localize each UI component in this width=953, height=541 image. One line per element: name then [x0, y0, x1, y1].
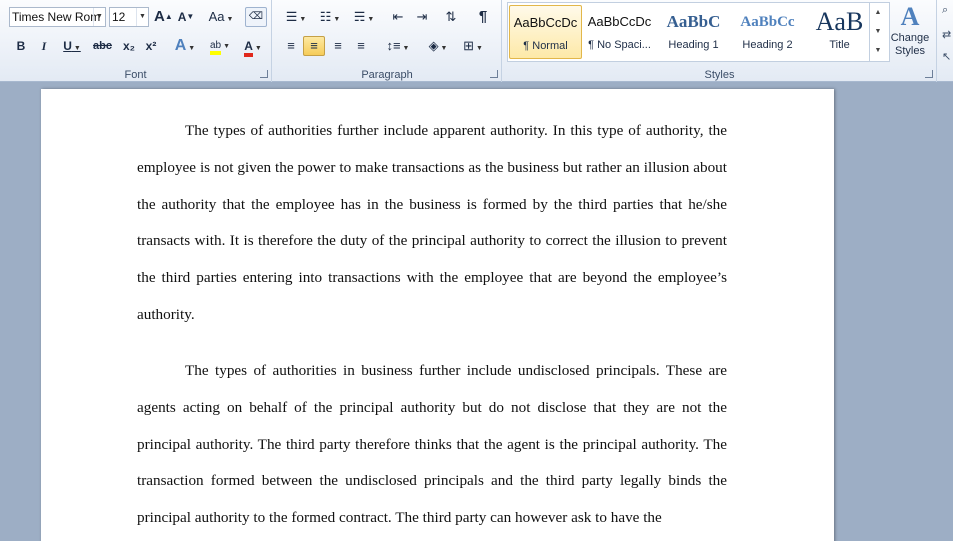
styles-dialog-launcher-icon[interactable] [925, 70, 933, 78]
border-icon: ⊞ [463, 38, 475, 53]
styles-group-label: Styles [704, 69, 735, 81]
style-sample: AaBbC [666, 12, 721, 31]
line-spacing-button[interactable]: ↕≡ ▼ [384, 36, 412, 56]
multilevel-list-button[interactable]: ☴ ▼ [350, 7, 378, 27]
paragraph-group-label: Paragraph [361, 69, 413, 81]
style-name: Heading 1 [668, 39, 719, 51]
ribbon: Times New Rom ▼ 12 ▼ A▲ A▼ Aa ▼ ⌫ B I U … [0, 0, 953, 82]
clear-formatting-button[interactable]: ⌫ [245, 7, 267, 27]
paragraph-2[interactable]: The types of authorities in business fur… [137, 353, 727, 537]
style-no-spacing[interactable]: AaBbCcDc ¶ No Spaci... [583, 5, 656, 59]
style-sample: AaBbCc [740, 14, 795, 30]
gallery-scroll: ▲ ▼ ▼ [869, 3, 886, 61]
style-title[interactable]: AaB Title [803, 5, 876, 59]
style-name: Title [829, 39, 850, 51]
select-icon[interactable]: ↖ [942, 50, 951, 63]
find-icon[interactable]: ⌕ [942, 4, 948, 17]
chevron-down-icon[interactable]: ▼ [136, 8, 148, 26]
borders-button[interactable]: ⊞ ▼ [459, 36, 487, 56]
align-center-button[interactable]: ≡ [303, 36, 325, 56]
shading-button[interactable]: ◈ ▼ [424, 36, 452, 56]
grow-font-icon: A [154, 8, 165, 25]
bold-icon: B [16, 39, 26, 53]
justify-icon: ≡ [357, 38, 365, 53]
justify-button[interactable]: ≡ [352, 36, 370, 56]
font-color-icon: A [244, 39, 253, 57]
style-name: ¶ No Spaci... [588, 39, 651, 51]
change-case-icon: Aa [208, 9, 225, 24]
subscript-button[interactable]: x₂ [120, 36, 138, 56]
style-heading-1[interactable]: AaBbC Heading 1 [657, 5, 730, 59]
document-page[interactable]: The types of authorities further include… [41, 89, 834, 541]
align-left-button[interactable]: ≡ [282, 36, 300, 56]
superscript-icon: x² [145, 39, 157, 53]
font-dialog-launcher-icon[interactable] [260, 70, 268, 78]
italic-icon: I [41, 39, 47, 53]
increase-indent-button[interactable]: ⇥ [413, 7, 431, 27]
replace-icon[interactable]: ⇄ [942, 28, 951, 41]
paint-bucket-icon: ◈ [428, 38, 439, 53]
font-group: Times New Rom ▼ 12 ▼ A▲ A▼ Aa ▼ ⌫ B I U … [0, 0, 272, 82]
highlight-icon: ab [210, 40, 222, 55]
show-marks-button[interactable]: ¶ [474, 7, 492, 27]
change-styles-icon: A [900, 2, 920, 31]
bullet-list-icon: ☰ [285, 9, 298, 24]
gallery-more-icon[interactable]: ▼ [870, 41, 886, 60]
numbering-button[interactable]: ☷ ▼ [316, 7, 344, 27]
sort-button[interactable]: ⇅ [442, 7, 460, 27]
style-sample: AaBbCcDc [513, 15, 578, 30]
paragraph-1[interactable]: The types of authorities further include… [137, 113, 727, 334]
scroll-down-icon[interactable]: ▼ [870, 22, 886, 41]
document-area: The types of authorities further include… [0, 83, 953, 541]
multilevel-list-icon: ☴ [353, 9, 366, 24]
highlight-button[interactable]: ab ▼ [204, 36, 236, 56]
underline-button[interactable]: U ▼ [58, 36, 86, 56]
style-heading-2[interactable]: AaBbCc Heading 2 [731, 5, 804, 59]
align-right-button[interactable]: ≡ [329, 36, 347, 56]
underline-icon: U [63, 39, 72, 53]
decrease-indent-icon: ⇤ [392, 9, 404, 24]
chevron-down-icon[interactable]: ▼ [93, 8, 105, 26]
font-color-button[interactable]: A ▼ [239, 36, 267, 57]
sort-icon: ⇅ [445, 9, 457, 24]
styles-group: AaBbCcDc ¶ Normal AaBbCcDc ¶ No Spaci...… [503, 0, 937, 82]
shrink-font-button[interactable]: A▼ [177, 7, 195, 27]
font-name-combo[interactable]: Times New Rom ▼ [9, 7, 106, 27]
font-size-value: 12 [112, 10, 126, 24]
style-sample: AaB [815, 7, 864, 36]
editing-group: ⌕ ⇄ ↖ [938, 0, 953, 82]
align-right-icon: ≡ [334, 38, 342, 53]
strikethrough-icon: abc [93, 40, 112, 52]
numbered-list-icon: ☷ [319, 9, 332, 24]
text-effects-icon: A [174, 37, 187, 54]
change-case-button[interactable]: Aa ▼ [207, 7, 235, 27]
style-normal[interactable]: AaBbCcDc ¶ Normal [509, 5, 582, 59]
italic-button[interactable]: I [35, 36, 53, 56]
clear-formatting-icon: ⌫ [248, 11, 264, 22]
style-name: Heading 2 [742, 39, 793, 51]
subscript-icon: x₂ [122, 39, 135, 53]
align-left-icon: ≡ [287, 38, 295, 53]
superscript-button[interactable]: x² [142, 36, 160, 56]
style-sample: AaBbCcDc [587, 14, 652, 29]
bold-button[interactable]: B [12, 36, 30, 56]
bullets-button[interactable]: ☰ ▼ [282, 7, 310, 27]
pilcrow-icon: ¶ [478, 8, 488, 25]
scroll-up-icon[interactable]: ▲ [870, 3, 886, 22]
increase-indent-icon: ⇥ [416, 9, 428, 24]
font-name-value: Times New Rom [12, 10, 101, 24]
font-group-label: Font [124, 69, 147, 81]
grow-font-button[interactable]: A▲ [154, 7, 173, 27]
change-styles-label: Change Styles [890, 32, 930, 57]
align-center-icon: ≡ [310, 38, 318, 53]
style-name: ¶ Normal [523, 40, 568, 52]
text-effects-button[interactable]: A ▼ [172, 36, 198, 56]
line-spacing-icon: ↕≡ [386, 38, 401, 53]
font-size-combo[interactable]: 12 ▼ [109, 7, 149, 27]
paragraph-dialog-launcher-icon[interactable] [490, 70, 498, 78]
strikethrough-button[interactable]: abc [93, 36, 112, 56]
paragraph-group: ☰ ▼ ☷ ▼ ☴ ▼ ⇤ ⇥ ⇅ ¶ ≡ ≡ ≡ ≡ ↕≡ ▼ ◈ ▼ ⊞ ▼… [273, 0, 502, 82]
change-styles-button[interactable]: A Change Styles [890, 2, 930, 64]
decrease-indent-button[interactable]: ⇤ [389, 7, 407, 27]
